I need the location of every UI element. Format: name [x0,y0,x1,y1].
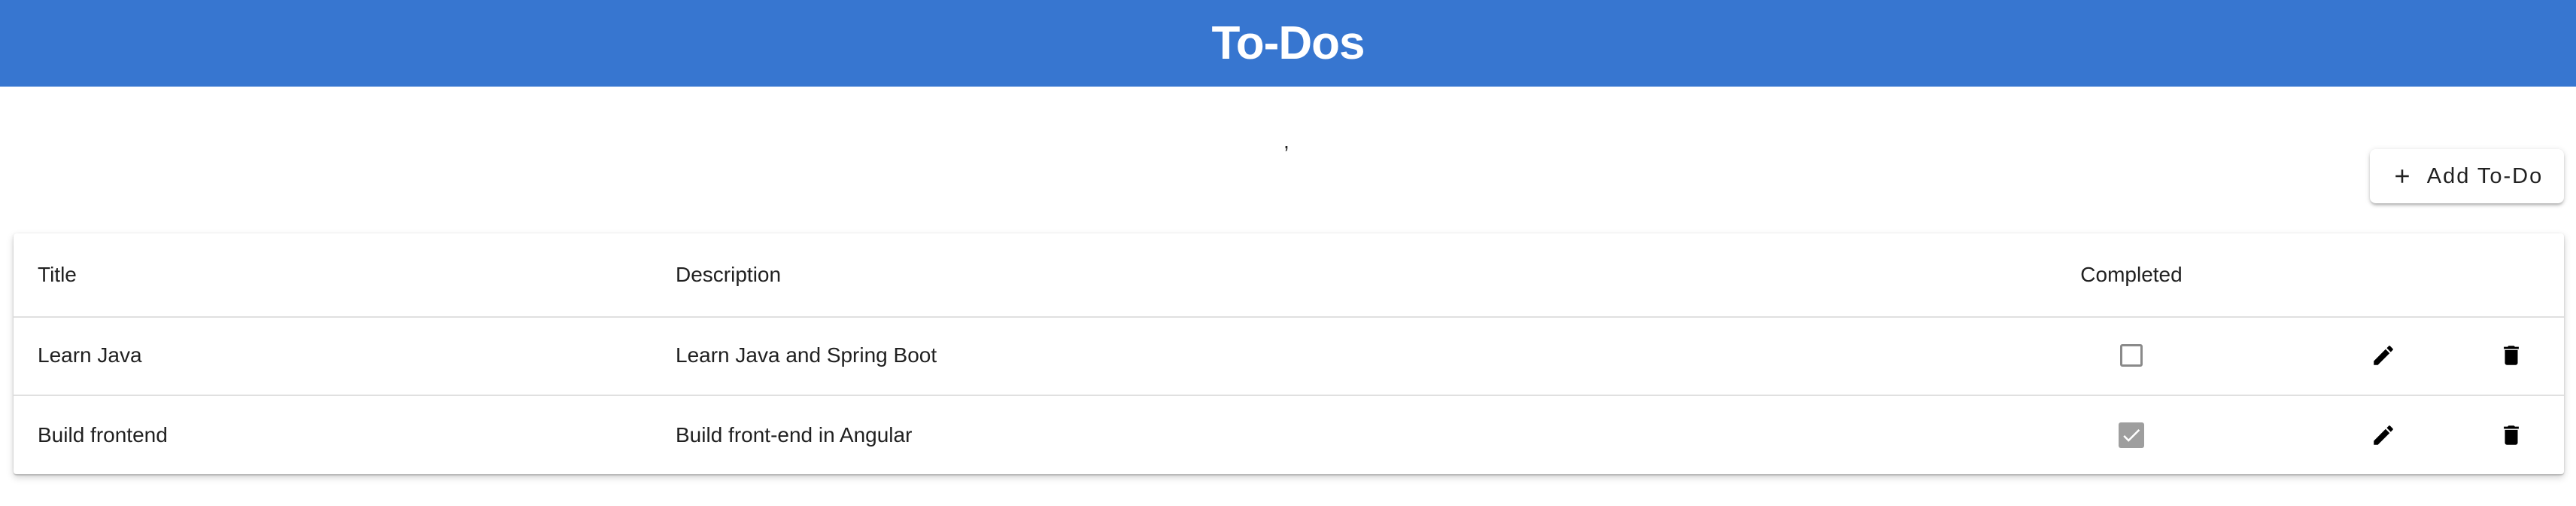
todo-title: Learn Java [38,343,142,367]
plus-icon [2395,169,2409,183]
delete-button[interactable] [2489,316,2534,395]
add-todo-button[interactable]: Add To-Do [2370,149,2564,203]
trash-icon [2504,425,2519,445]
table-header-row: Title Description Completed [14,233,2564,318]
edit-button[interactable] [2361,396,2406,474]
add-todo-label: Add To-Do [2426,163,2544,188]
table-row: Build frontend Build front-end in Angula… [14,396,2564,474]
edit-button[interactable] [2361,316,2406,395]
app-header: To-Dos [0,0,2576,87]
column-header-description: Description [676,263,782,286]
pencil-icon [2374,425,2393,445]
todo-table: Title Description Completed Learn Java L… [14,233,2564,474]
check-icon [2123,428,2140,442]
table-row: Learn Java Learn Java and Spring Boot [14,316,2564,396]
page-title: To-Dos [1211,17,1365,69]
stray-comma-text: , [1283,130,1290,153]
trash-icon [2504,346,2519,365]
column-header-completed: Completed [2080,263,2183,286]
todo-description: Learn Java and Spring Boot [676,343,937,367]
completed-checkbox[interactable] [2119,422,2144,448]
completed-cell [2067,316,2195,395]
column-header-title: Title [38,263,77,286]
pencil-icon [2374,346,2393,365]
completed-cell [2067,396,2195,474]
todo-title: Build frontend [38,423,168,447]
delete-button[interactable] [2489,396,2534,474]
todo-description: Build front-end in Angular [676,423,913,447]
completed-checkbox[interactable] [2120,344,2143,367]
